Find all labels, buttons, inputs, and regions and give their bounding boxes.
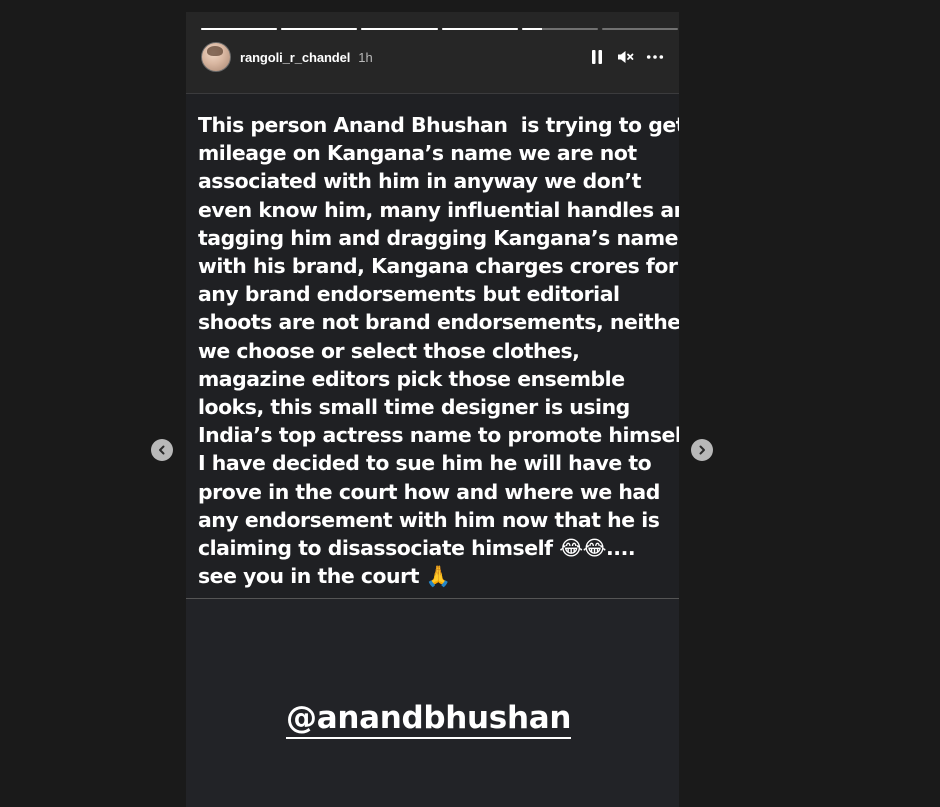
story-text-line: looks, this small time designer is using bbox=[198, 395, 630, 420]
story-header: rangoli_r_chandel 1h bbox=[186, 12, 679, 93]
progress-fill bbox=[441, 28, 518, 30]
mute-button[interactable] bbox=[617, 48, 635, 66]
story-text-line: prove in the court how and where we had bbox=[198, 479, 660, 504]
story-text-line: even know him, many influential handles … bbox=[198, 197, 679, 222]
post-time: 1h bbox=[358, 49, 373, 65]
story-text-line: claiming to disassociate himself 😂😂.... bbox=[198, 536, 636, 561]
progress-fill bbox=[521, 28, 543, 30]
next-story-button[interactable] bbox=[691, 439, 713, 461]
chevron-right-icon bbox=[699, 445, 705, 455]
avatar[interactable] bbox=[201, 42, 231, 72]
story-text-line: mileage on Kangana’s name we are not bbox=[198, 141, 637, 166]
progress-fill bbox=[201, 28, 278, 30]
progress-segment bbox=[441, 28, 518, 30]
more-options-icon bbox=[646, 55, 664, 59]
more-options-button[interactable] bbox=[646, 48, 664, 66]
story-card[interactable]: rangoli_r_chandel 1h This person Anand B… bbox=[186, 12, 679, 807]
story-text-line: we choose or select those clothes, bbox=[198, 338, 580, 363]
story-text-line: any endorsement with him now that he is bbox=[198, 507, 660, 532]
story-text-panel: This person Anand Bhushan is trying to g… bbox=[186, 93, 679, 599]
story-text-line: any brand endorsements but editorial bbox=[198, 282, 620, 307]
progress-fill bbox=[361, 28, 438, 30]
story-progress-bars bbox=[201, 28, 679, 31]
progress-segment bbox=[521, 28, 598, 30]
muted-speaker-icon bbox=[618, 51, 634, 63]
progress-fill bbox=[281, 28, 358, 30]
divider bbox=[186, 598, 679, 599]
story-text-line: magazine editors pick those ensemble bbox=[198, 366, 625, 391]
pause-icon bbox=[592, 50, 602, 64]
story-controls bbox=[588, 48, 664, 66]
story-text-line: with his brand, Kangana charges crores f… bbox=[198, 254, 678, 279]
mention-tag[interactable]: @anandbhushan bbox=[286, 701, 571, 739]
story-user-row: rangoli_r_chandel 1h bbox=[201, 42, 664, 72]
progress-segment bbox=[201, 28, 278, 30]
progress-segment bbox=[601, 28, 679, 30]
story-text-line: shoots are not brand endorsements, neith… bbox=[198, 310, 679, 335]
story-text-line: I have decided to sue him he will have t… bbox=[198, 451, 652, 476]
username[interactable]: rangoli_r_chandel bbox=[240, 50, 350, 65]
chevron-left-icon bbox=[159, 445, 165, 455]
story-text: This person Anand Bhushan is trying to g… bbox=[198, 111, 679, 590]
progress-segment bbox=[361, 28, 438, 30]
pause-button[interactable] bbox=[588, 48, 606, 66]
story-text-line: associated with him in anyway we don’t bbox=[198, 169, 642, 194]
story-text-line: see you in the court 🙏 bbox=[198, 564, 451, 589]
story-text-line: tagging him and dragging Kangana’s name bbox=[198, 225, 679, 250]
story-text-line: This person Anand Bhushan is trying to g… bbox=[198, 113, 679, 137]
previous-story-button[interactable] bbox=[151, 439, 173, 461]
progress-segment bbox=[281, 28, 358, 30]
story-text-line: India’s top actress name to promote hims… bbox=[198, 423, 679, 448]
story-viewer: rangoli_r_chandel 1h This person Anand B… bbox=[0, 0, 940, 807]
